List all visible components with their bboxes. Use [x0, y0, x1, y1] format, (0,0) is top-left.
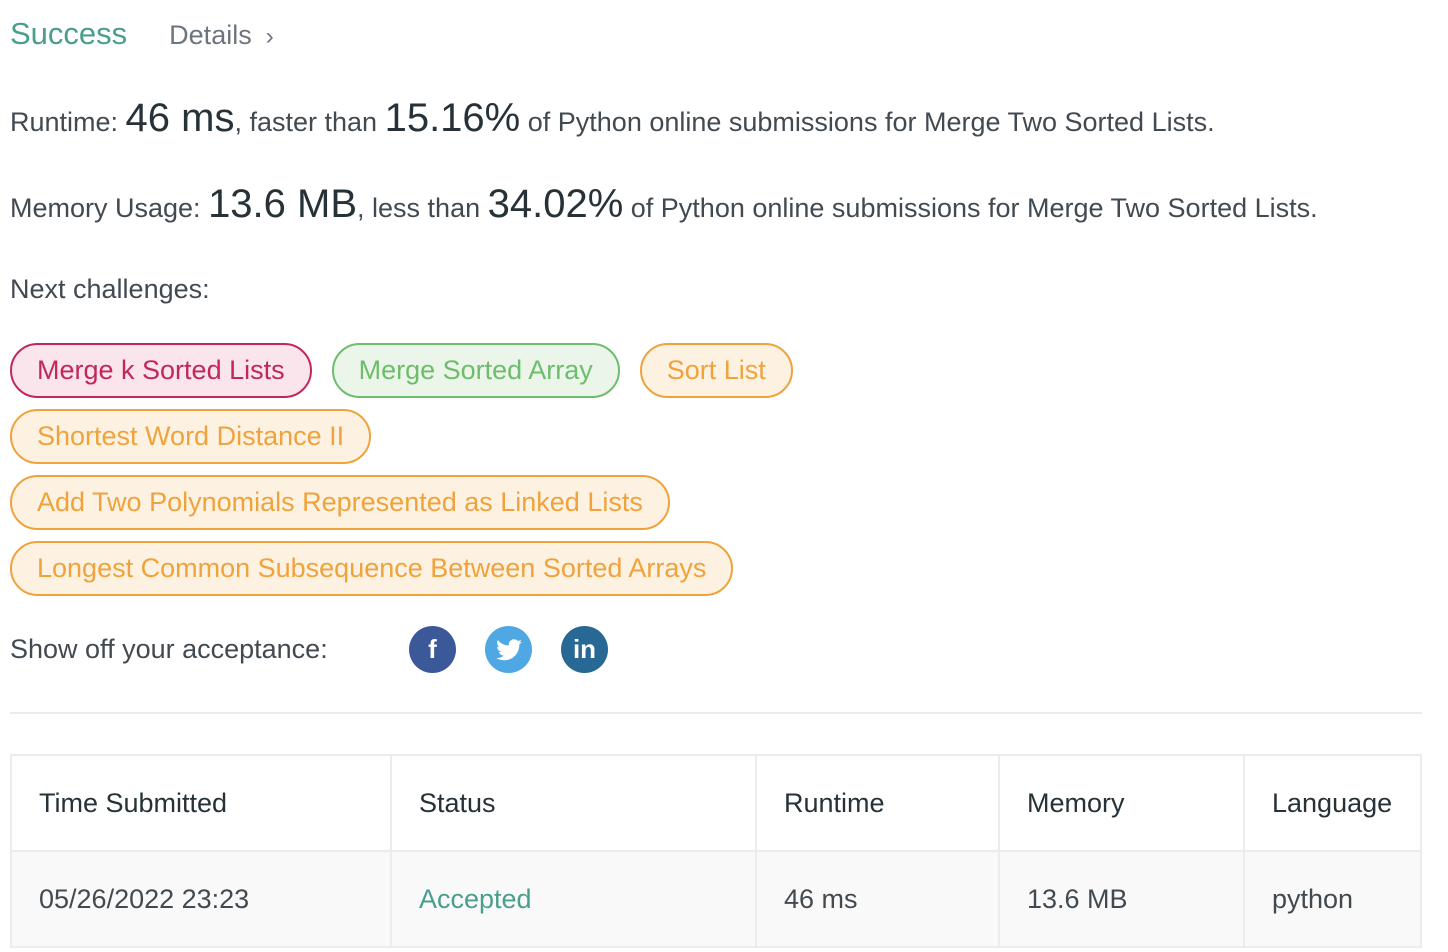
- language-cell: python: [1243, 850, 1422, 948]
- challenge-chip[interactable]: Add Two Polynomials Represented as Linke…: [10, 475, 670, 530]
- memory-value: 13.6 MB: [208, 182, 358, 226]
- column-header: Status: [390, 754, 757, 852]
- memory-stat: Memory Usage: 13.6 MB, less than 34.02% …: [10, 182, 1318, 227]
- challenge-list: Merge k Sorted Lists Merge Sorted Array …: [10, 343, 870, 596]
- memory-percent: 34.02%: [487, 182, 624, 226]
- memory-label: Memory Usage:: [10, 193, 209, 223]
- linkedin-icon[interactable]: in: [561, 626, 608, 673]
- table-header-row: Time Submitted Status Runtime Memory Lan…: [10, 754, 1422, 852]
- runtime-cell: 46 ms: [755, 850, 1000, 948]
- share-label: Show off your acceptance:: [10, 634, 328, 664]
- memory-cell: 13.6 MB: [998, 850, 1245, 948]
- column-header: Memory: [998, 754, 1245, 852]
- runtime-value: 46 ms: [125, 96, 235, 140]
- submissions-table: Time Submitted Status Runtime Memory Lan…: [10, 754, 1422, 948]
- next-challenges-label: Next challenges:: [10, 274, 210, 304]
- divider: [10, 712, 1422, 714]
- memory-mid: , less than: [357, 193, 488, 223]
- challenge-chip[interactable]: Merge k Sorted Lists: [10, 343, 312, 398]
- runtime-label: Runtime:: [10, 107, 126, 137]
- status-title: Success: [10, 16, 128, 51]
- chevron-right-icon[interactable]: ›: [266, 23, 274, 51]
- runtime-percent: 15.16%: [384, 96, 521, 140]
- column-header: Language: [1243, 754, 1422, 852]
- runtime-mid: , faster than: [234, 107, 385, 137]
- column-header: Time Submitted: [10, 754, 392, 852]
- memory-suffix: of Python online submissions for Merge T…: [623, 193, 1318, 223]
- column-header: Runtime: [755, 754, 1000, 852]
- runtime-suffix: of Python online submissions for Merge T…: [520, 107, 1215, 137]
- share-row: Show off your acceptance: f in: [10, 626, 637, 673]
- result-header: Success Details ›: [10, 16, 274, 52]
- twitter-icon[interactable]: [485, 626, 532, 673]
- challenge-chip[interactable]: Merge Sorted Array: [331, 343, 620, 398]
- facebook-icon[interactable]: f: [409, 626, 456, 673]
- status-link[interactable]: Accepted: [390, 850, 757, 948]
- challenge-chip[interactable]: Longest Common Subsequence Between Sorte…: [10, 541, 734, 596]
- runtime-stat: Runtime: 46 ms, faster than 15.16% of Py…: [10, 96, 1215, 141]
- details-link[interactable]: Details: [169, 20, 252, 51]
- challenge-chip[interactable]: Sort List: [639, 343, 793, 398]
- challenge-chip[interactable]: Shortest Word Distance II: [10, 409, 372, 464]
- time-submitted-cell: 05/26/2022 23:23: [10, 850, 392, 948]
- table-row: 05/26/2022 23:23 Accepted 46 ms 13.6 MB …: [10, 850, 1422, 948]
